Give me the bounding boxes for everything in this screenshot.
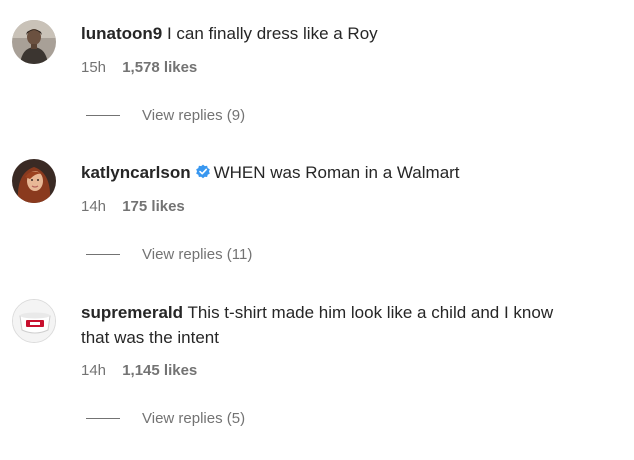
username[interactable]: katlyncarlson: [81, 163, 191, 182]
timestamp[interactable]: 14h: [81, 362, 106, 379]
profile-photo-man-dark-icon: [12, 20, 56, 64]
avatar[interactable]: [12, 299, 56, 343]
comment-item: supremerald This t-shirt made him look l…: [0, 280, 634, 460]
replies-divider: [86, 417, 120, 419]
comment-item: katlyncarlson WHEN was Roman in a Walmar…: [0, 140, 634, 280]
view-replies-label: View replies (11): [142, 246, 253, 263]
username[interactable]: supremerald: [81, 303, 183, 322]
comment-body: This t-shirt made him look like a child …: [187, 303, 554, 322]
replies-divider: [86, 114, 120, 116]
view-replies-label: View replies (9): [142, 107, 246, 124]
likes-count[interactable]: 1,145 likes: [122, 362, 197, 379]
comment-body: I can finally dress like a Roy: [166, 24, 378, 43]
avatar[interactable]: [12, 159, 56, 203]
comment-item: lunatoon9 I can finally dress like a Roy…: [0, 0, 634, 140]
view-replies-label: View replies (5): [142, 410, 246, 427]
view-replies-button[interactable]: View replies (11): [86, 246, 252, 264]
comment-text: katlyncarlson WHEN was Roman in a Walmar…: [81, 160, 624, 185]
comment-meta: 15h 1,578 likes: [81, 59, 197, 77]
profile-photo-woman-red-hair-icon: [12, 159, 56, 203]
username[interactable]: lunatoon9: [81, 24, 162, 43]
comment-meta: 14h 1,145 likes: [81, 362, 197, 380]
avatar[interactable]: [12, 20, 56, 64]
comment-body: WHEN was Roman in a Walmart: [213, 163, 460, 182]
timestamp[interactable]: 15h: [81, 59, 106, 76]
replies-divider: [86, 253, 120, 255]
likes-count[interactable]: 175 likes: [122, 198, 185, 215]
likes-count[interactable]: 1,578 likes: [122, 59, 197, 76]
profile-photo-white-bowl-red-logo-icon: [13, 300, 55, 342]
comment-text-continued: that was the intent: [81, 325, 624, 350]
comment-body-continued: that was the intent: [81, 328, 219, 347]
comment-text: supremerald This t-shirt made him look l…: [81, 300, 624, 325]
comment-text: lunatoon9 I can finally dress like a Roy: [81, 21, 624, 46]
view-replies-button[interactable]: View replies (5): [86, 410, 245, 428]
comment-meta: 14h 175 likes: [81, 198, 185, 216]
verified-badge-icon: [195, 164, 210, 179]
view-replies-button[interactable]: View replies (9): [86, 107, 245, 125]
timestamp[interactable]: 14h: [81, 198, 106, 215]
